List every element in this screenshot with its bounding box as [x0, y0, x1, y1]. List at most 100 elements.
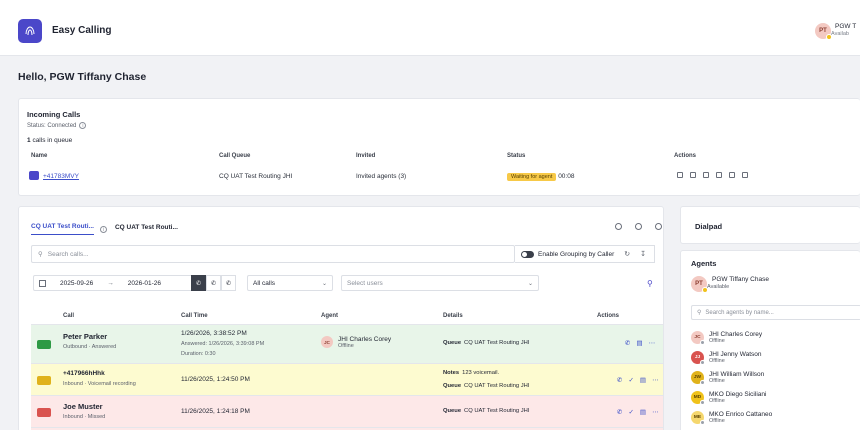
call-icon[interactable]: ✆ [617, 376, 622, 384]
queue-tabs: CQ UAT Test Routi... i CQ UAT Test Routi… [31, 223, 178, 235]
outbound-icon[interactable]: ✆ [221, 275, 236, 291]
info-icon[interactable]: i [99, 225, 107, 233]
header-queue: Call Queue [219, 153, 251, 159]
col-call[interactable]: Call [63, 313, 74, 319]
refresh-icon[interactable]: ↻ [624, 250, 630, 258]
list-item[interactable]: ME MKO Enrico Cattaneo Offline [691, 407, 772, 427]
invited-agents: Invited agents (3) [356, 173, 407, 180]
more-icon[interactable]: ⋯ [652, 376, 659, 384]
col-actions: Actions [597, 313, 620, 319]
call-icon[interactable]: ✆ [617, 408, 622, 416]
agents-card: Agents PT PGW Tiffany Chase Available ⚲ … [680, 250, 860, 430]
filter-icon[interactable]: ⚲ [647, 279, 653, 288]
transfer-icon[interactable] [703, 172, 709, 178]
outbound-call-icon [37, 340, 51, 349]
tab-queue-2[interactable]: CQ UAT Test Routi... [115, 224, 178, 235]
date-from: 2025-09-26 [60, 279, 94, 287]
agent-name: JHI William Willson [709, 370, 765, 378]
incoming-title: Incoming Calls [27, 110, 81, 119]
more-icon[interactable]: ⋯ [652, 408, 659, 416]
call-duration: Duration: 0:30 [181, 351, 216, 357]
avatar: PT [691, 276, 708, 293]
list-item[interactable]: JJ JHI Jenny Watson Offline [691, 347, 772, 367]
agent-search-input[interactable]: Search agents by name... [705, 310, 773, 316]
col-time[interactable]: Call Time [181, 313, 208, 319]
list-item[interactable]: JC JHI Charles Corey Offline [691, 327, 772, 347]
col-agent: Agent [321, 313, 338, 319]
search-icon: ⚲ [697, 310, 702, 316]
call-time: 11/26/2025, 1:24:18 PM [181, 408, 250, 415]
header-name: Name [31, 153, 48, 159]
info-icon[interactable]: i [79, 122, 87, 129]
avatar: JW [691, 370, 705, 385]
notes-icon[interactable]: ▤ [636, 339, 642, 347]
agent-name: MKO Diego Siciliani [709, 390, 767, 398]
agent-name: JHI Charles Corey [709, 330, 763, 338]
status-dot [826, 34, 832, 40]
search-calls[interactable]: ⚲ Search calls... [31, 245, 515, 263]
calls-panel: CQ UAT Test Routi... i CQ UAT Test Routi… [18, 206, 664, 430]
notes-icon[interactable]: ▤ [640, 376, 646, 384]
user-add-icon[interactable] [615, 223, 622, 230]
answer-icon[interactable] [690, 172, 696, 178]
caller-number[interactable]: +41783MVY [43, 173, 79, 180]
caller-name[interactable]: Joe Muster [63, 402, 103, 411]
caller-name[interactable]: +417966hHhk [63, 370, 105, 377]
call-icon[interactable]: ✆ [625, 339, 630, 347]
view-icon[interactable] [677, 172, 683, 178]
search-icon: ⚲ [38, 251, 43, 258]
gear-icon[interactable] [655, 223, 662, 230]
tab-queue-1[interactable]: CQ UAT Test Routi... [31, 223, 94, 235]
app-logo[interactable] [18, 19, 42, 43]
check-icon[interactable]: ✓ [628, 408, 633, 416]
header-actions: Actions [674, 153, 697, 159]
agent-status: Offline [709, 337, 725, 344]
avatar: JC [691, 330, 705, 345]
table-row[interactable]: +417966hHhk Inbound · Voicemail recordin… [31, 363, 663, 395]
download-icon[interactable]: ↧ [640, 250, 646, 258]
call-time: 11/26/2025, 1:24:50 PM [181, 376, 250, 383]
inbound-icon[interactable]: ✆ [206, 275, 221, 291]
calendar-icon [39, 279, 46, 287]
status-cell: Waiting for agent 00:08 [507, 173, 575, 181]
table-row[interactable]: Joe Muster Inbound · Missed 11/26/2025, … [31, 395, 663, 427]
grouping-toggle[interactable] [521, 250, 534, 258]
current-agent: PT PGW Tiffany Chase Available [691, 276, 769, 293]
agent-search[interactable]: ⚲ Search agents by name... [691, 305, 860, 320]
arrow-icon: → [107, 279, 114, 287]
sync-icon[interactable] [635, 223, 642, 230]
forward-icon[interactable] [716, 172, 722, 178]
caller-name[interactable]: Peter Parker [63, 332, 107, 341]
details-cell: Queue CQ UAT Test Routing JHI [443, 408, 530, 414]
incoming-calls-card: Incoming Calls Status: Connected i 1 call… [18, 98, 860, 196]
decline-icon[interactable] [742, 172, 748, 178]
incoming-call-icon [29, 171, 39, 180]
voicemail-call-icon [37, 376, 51, 385]
voicemail-icon[interactable] [729, 172, 735, 178]
search-input[interactable]: Search calls... [48, 251, 89, 258]
grouping-label: Enable Grouping by Caller [538, 250, 615, 258]
user-name: PGW T [835, 23, 857, 30]
dialpad-title: Dialpad [695, 222, 723, 231]
user-menu[interactable]: PT PGW T Availab [815, 23, 857, 40]
user-status: Availab [831, 31, 849, 37]
calls-select[interactable]: All calls ⌄ [247, 275, 333, 291]
dialpad-card[interactable]: Dialpad [680, 206, 860, 244]
date-range[interactable]: 2025-09-26 → 2026-01-26 [33, 275, 193, 291]
header-status: Status [507, 153, 526, 159]
list-item[interactable]: MD MKO Diego Siciliani Offline [691, 387, 772, 407]
agent-name: PGW Tiffany Chase [712, 276, 769, 283]
agent-name: JHI Charles Corey [338, 336, 392, 343]
agent-status: Offline [709, 357, 725, 364]
users-select[interactable]: Select users ⌄ [341, 275, 539, 291]
table-row[interactable]: Peter Parker Outbound · Answered 1/26/20… [31, 324, 663, 363]
status-dot [702, 287, 708, 293]
check-icon[interactable]: ✓ [628, 376, 633, 384]
notes-cell: Notes 123 voicemail. [443, 370, 500, 376]
notes-icon[interactable]: ▤ [640, 408, 646, 416]
list-item[interactable]: JW JHI William Willson Offline [691, 367, 772, 387]
wait-timer: 00:08 [558, 173, 575, 180]
all-directions-icon[interactable]: ✆ [191, 275, 206, 291]
more-icon[interactable]: ⋯ [649, 339, 656, 347]
agents-title: Agents [691, 259, 717, 268]
